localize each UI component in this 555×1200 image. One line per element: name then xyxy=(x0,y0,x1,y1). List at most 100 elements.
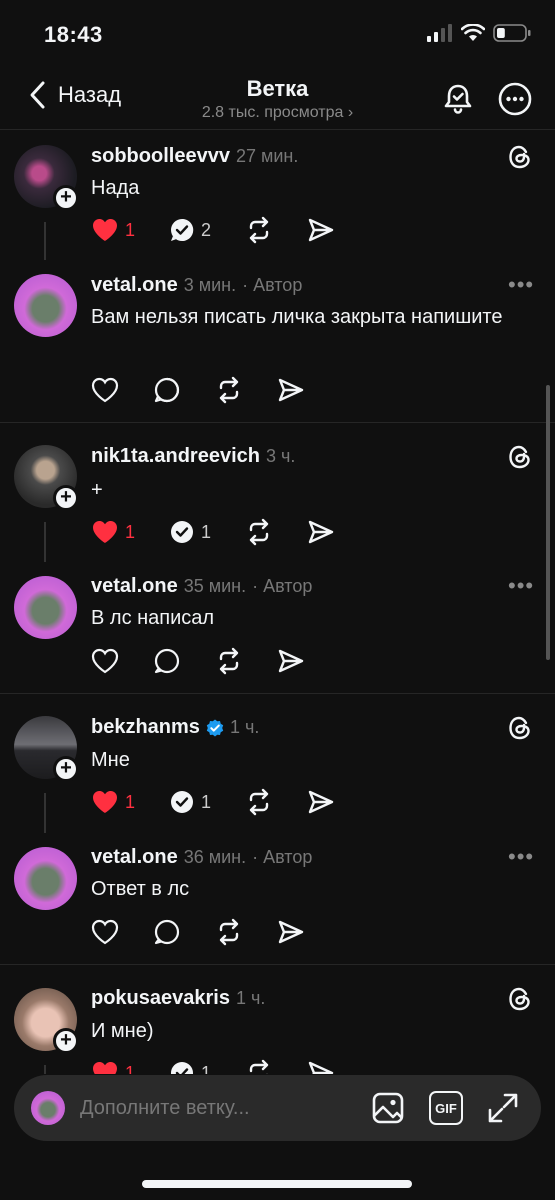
reply-count: 2 xyxy=(201,219,212,240)
scrollbar[interactable] xyxy=(546,385,550,660)
battery-icon xyxy=(493,24,531,42)
share-button[interactable] xyxy=(307,518,335,546)
reply-button[interactable]: 1 xyxy=(169,519,211,545)
avatar[interactable] xyxy=(14,847,77,910)
reply-button[interactable]: 1 xyxy=(169,789,211,815)
follow-plus-button[interactable]: + xyxy=(53,485,79,511)
follow-plus-button[interactable]: + xyxy=(53,756,79,782)
send-icon xyxy=(308,1061,334,1074)
post-time: 3 ч. xyxy=(265,446,296,466)
repost-icon xyxy=(219,647,239,675)
image-icon[interactable] xyxy=(371,1091,405,1125)
like-button[interactable]: 1 xyxy=(91,1060,135,1074)
heart-filled-icon xyxy=(93,791,117,813)
threads-logo-icon xyxy=(509,445,530,469)
share-button[interactable] xyxy=(277,647,305,675)
repost-button[interactable] xyxy=(245,518,273,546)
bell-icon[interactable] xyxy=(442,82,474,114)
send-icon xyxy=(308,790,334,814)
like-button[interactable]: 1 xyxy=(91,519,135,545)
reply-check-icon xyxy=(171,791,194,813)
send-icon xyxy=(308,520,334,544)
reply-button[interactable] xyxy=(153,918,181,946)
username[interactable]: pokusaevakris xyxy=(91,987,230,1010)
username[interactable]: nik1ta.andreevich xyxy=(91,445,260,468)
like-button[interactable]: 1 xyxy=(91,789,135,815)
compose-avatar xyxy=(31,1091,65,1125)
username[interactable]: vetal.one xyxy=(91,274,178,297)
post-vetal-one-reply[interactable]: vetal.one 36 мин. · Автор ••• Ответ в лс xyxy=(0,833,555,964)
header: Ветка 2.8 тыс. просмотра › Назад xyxy=(0,70,555,130)
post-time: 3 мин. xyxy=(183,275,237,295)
share-button[interactable] xyxy=(277,918,305,946)
post-actions: 1 1 xyxy=(91,1059,369,1074)
reply-count: 1 xyxy=(201,521,212,542)
post-actions: 1 2 xyxy=(91,216,369,244)
reply-button[interactable] xyxy=(153,376,181,404)
heart-filled-icon xyxy=(93,219,117,241)
username[interactable]: vetal.one xyxy=(91,575,178,598)
post-time: 1 ч. xyxy=(229,717,260,737)
like-button[interactable] xyxy=(91,648,119,674)
reply-button[interactable] xyxy=(153,647,181,675)
username[interactable]: vetal.one xyxy=(91,846,178,869)
thread-line xyxy=(44,222,46,260)
post-text: Ответ в лс xyxy=(91,878,190,900)
follow-plus-button[interactable]: + xyxy=(53,185,79,211)
post-time: 36 мин. xyxy=(183,847,247,867)
repost-icon xyxy=(219,376,239,404)
avatar[interactable] xyxy=(14,274,77,337)
reply-input[interactable] xyxy=(80,1093,360,1123)
reply-check-icon xyxy=(171,1062,194,1074)
like-button[interactable]: 1 xyxy=(91,217,135,243)
avatar[interactable] xyxy=(14,576,77,639)
post-more-icon[interactable]: ••• xyxy=(508,846,534,868)
expand-icon[interactable] xyxy=(486,1091,520,1125)
post-bekzhanms[interactable]: + bekzhanms 1 ч. Мне 1 1 xyxy=(0,703,555,833)
thread-line xyxy=(44,1065,46,1074)
comment-icon xyxy=(154,648,180,674)
post-nik1ta-andreevich[interactable]: + nik1ta.andreevich 3 ч. + 1 1 xyxy=(0,432,555,562)
chevron-right-icon: › xyxy=(347,104,354,121)
reply-button[interactable]: 1 xyxy=(169,1060,211,1074)
post-text: Вам нельзя писать личка закрыта напишите xyxy=(91,306,503,328)
repost-button[interactable] xyxy=(215,918,243,946)
reply-button[interactable]: 2 xyxy=(169,217,211,243)
post-vetal-one-reply[interactable]: vetal.one 3 мин. · Автор ••• Вам нельзя … xyxy=(0,260,555,422)
share-button[interactable] xyxy=(307,216,335,244)
follow-plus-button[interactable]: + xyxy=(53,1028,79,1054)
verified-badge-icon xyxy=(206,719,224,736)
divider xyxy=(0,693,555,694)
send-icon xyxy=(308,218,334,242)
like-button[interactable] xyxy=(91,377,119,403)
repost-button[interactable] xyxy=(245,788,273,816)
back-button[interactable]: Назад xyxy=(28,80,121,110)
reply-count: 1 xyxy=(201,791,212,812)
share-button[interactable] xyxy=(307,1059,335,1074)
username[interactable]: sobboolleevvv xyxy=(91,145,230,168)
repost-button[interactable] xyxy=(215,376,243,404)
gif-button[interactable]: GIF xyxy=(429,1091,463,1125)
username[interactable]: bekzhanms xyxy=(91,716,200,739)
post-vetal-one-reply[interactable]: vetal.one 35 мин. · Автор ••• В лс напис… xyxy=(0,562,555,693)
repost-button[interactable] xyxy=(215,647,243,675)
home-indicator xyxy=(142,1180,412,1188)
share-button[interactable] xyxy=(307,788,335,816)
like-count: 1 xyxy=(125,1062,136,1075)
like-button[interactable] xyxy=(91,919,119,945)
post-header: sobboolleevvv 27 мин. xyxy=(91,145,298,168)
post-actions xyxy=(91,647,339,675)
post-more-icon[interactable]: ••• xyxy=(508,274,534,296)
thread-line xyxy=(44,522,46,562)
more-options-icon[interactable] xyxy=(498,82,532,116)
post-actions xyxy=(91,918,339,946)
repost-button[interactable] xyxy=(245,216,273,244)
post-pokusaevakris[interactable]: + pokusaevakris 1 ч. И мне) 1 1 xyxy=(0,974,555,1074)
post-header: vetal.one 36 мин. · Автор xyxy=(91,846,312,869)
post-sobboolleevvv[interactable]: + sobboolleevvv 27 мин. Нада 1 2 xyxy=(0,130,555,260)
status-bar: 18:43 xyxy=(0,0,555,70)
post-more-icon[interactable]: ••• xyxy=(508,575,534,597)
share-button[interactable] xyxy=(277,376,305,404)
repost-button[interactable] xyxy=(245,1059,273,1074)
post-text: В лс написал xyxy=(91,607,215,629)
